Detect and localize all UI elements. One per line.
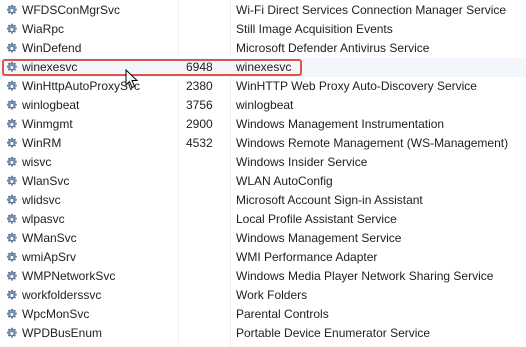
service-pid <box>186 210 230 229</box>
service-pid: 4532 <box>186 136 213 150</box>
service-name: wisvc <box>22 155 52 169</box>
service-name: workfolderssvc <box>22 288 102 302</box>
service-gear-icon <box>4 210 20 229</box>
service-gear-icon <box>4 134 20 153</box>
service-pid: 3756 <box>186 98 213 112</box>
service-gear-icon <box>4 267 20 286</box>
service-description: Windows Insider Service <box>236 155 368 169</box>
service-description: Windows Media Player Network Sharing Ser… <box>236 269 494 283</box>
service-gear-icon <box>4 58 20 77</box>
service-row[interactable]: WinHttpAutoProxySvc 2380 WinHTTP Web Proxy… <box>0 77 526 96</box>
service-pid <box>186 248 230 267</box>
service-description: WinHTTP Web Proxy Auto-Discovery Service <box>236 79 477 93</box>
service-name: WiaRpc <box>22 22 65 36</box>
service-gear-icon <box>4 39 20 58</box>
service-name: WFDSConMgrSvc <box>22 3 121 17</box>
service-description: Portable Device Enumerator Service <box>236 326 431 340</box>
service-description: Windows Management Instrumentation <box>236 117 445 131</box>
service-description: winlogbeat <box>236 98 294 112</box>
service-pid <box>186 172 230 191</box>
service-description: Microsoft Account Sign-in Assistant <box>236 193 423 207</box>
service-description: Windows Management Service <box>236 231 402 245</box>
service-description: Windows Remote Management (WS-Management… <box>236 136 509 150</box>
service-pid <box>186 39 230 58</box>
service-name: WinRM <box>22 136 62 150</box>
service-pid: 6948 <box>186 60 213 74</box>
service-gear-icon <box>4 286 20 305</box>
service-row[interactable]: wisvc Windows Insider Service <box>0 153 526 172</box>
service-row[interactable]: WMPNetworkSvc Windows Media Player Networ… <box>0 267 526 286</box>
service-gear-icon <box>4 96 20 115</box>
service-row[interactable]: WlanSvc WLAN AutoConfig <box>0 172 526 191</box>
service-name: WpcMonSvc <box>22 307 90 321</box>
service-gear-icon <box>4 20 20 39</box>
service-row[interactable]: WFDSConMgrSvc Wi-Fi Direct Services Conne… <box>0 1 526 20</box>
service-row[interactable]: winlogbeat 3756 winlogbeat <box>0 96 526 115</box>
service-description: Still Image Acquisition Events <box>236 22 393 36</box>
service-row[interactable]: WinDefend Microsoft Defender Antivirus Se… <box>0 39 526 58</box>
services-table: WFDSConMgrSvc Wi-Fi Direct Services Conne… <box>0 0 526 347</box>
service-description: Local Profile Assistant Service <box>236 212 397 226</box>
service-name: winexesvc <box>22 60 78 74</box>
service-gear-icon <box>4 324 20 343</box>
service-row[interactable]: wlidsvc Microsoft Account Sign-in Assista… <box>0 191 526 210</box>
service-pid <box>186 305 230 324</box>
service-row[interactable]: wlpasvc Local Profile Assistant Service <box>0 210 526 229</box>
service-name: Winmgmt <box>22 117 73 131</box>
service-name: WMPNetworkSvc <box>22 269 116 283</box>
service-description: Work Folders <box>236 288 308 302</box>
service-gear-icon <box>4 191 20 210</box>
service-row[interactable]: WiaRpc Still Image Acquisition Events <box>0 20 526 39</box>
service-description: Parental Controls <box>236 307 329 321</box>
service-name: wlidsvc <box>22 193 61 207</box>
service-gear-icon <box>4 305 20 324</box>
service-gear-icon <box>4 77 20 96</box>
service-row[interactable]: WManSvc Windows Management Service <box>0 229 526 248</box>
service-row[interactable]: WPDBusEnum Portable Device Enumerator Ser… <box>0 324 526 343</box>
service-pid <box>186 20 230 39</box>
service-pid: 2900 <box>186 117 213 131</box>
service-name: WlanSvc <box>22 174 70 188</box>
service-pid <box>186 267 230 286</box>
service-row[interactable]: WinRM 4532 Windows Remote Management (WS-M… <box>0 134 526 153</box>
service-description: WMI Performance Adapter <box>236 250 378 264</box>
service-gear-icon <box>4 1 20 20</box>
service-gear-icon <box>4 172 20 191</box>
service-pid <box>186 229 230 248</box>
service-name: WinDefend <box>22 41 82 55</box>
service-gear-icon <box>4 153 20 172</box>
service-row[interactable]: winexesvc 6948 winexesvc <box>0 58 526 77</box>
service-pid <box>186 153 230 172</box>
service-gear-icon <box>4 115 20 134</box>
service-description: winexesvc <box>236 60 292 74</box>
service-row[interactable]: WpcMonSvc Parental Controls <box>0 305 526 324</box>
service-pid: 2380 <box>186 79 213 93</box>
service-row[interactable]: wmiApSrv WMI Performance Adapter <box>0 248 526 267</box>
service-description: Microsoft Defender Antivirus Service <box>236 41 430 55</box>
mouse-cursor-icon <box>125 69 139 89</box>
service-row[interactable]: Winmgmt 2900 Windows Management Instrument… <box>0 115 526 134</box>
service-name: WinHttpAutoProxySvc <box>22 79 141 93</box>
service-name: wmiApSrv <box>22 250 77 264</box>
service-name: wlpasvc <box>22 212 65 226</box>
service-gear-icon <box>4 248 20 267</box>
service-pid <box>186 1 230 20</box>
service-pid <box>186 286 230 305</box>
service-gear-icon <box>4 229 20 248</box>
service-description: WLAN AutoConfig <box>236 174 333 188</box>
service-pid <box>186 324 230 343</box>
service-name: WPDBusEnum <box>22 326 103 340</box>
service-description: Wi-Fi Direct Services Connection Manager… <box>236 3 507 17</box>
service-name: WManSvc <box>22 231 77 245</box>
service-row[interactable]: workfolderssvc Work Folders <box>0 286 526 305</box>
service-name: winlogbeat <box>22 98 80 112</box>
service-pid <box>186 191 230 210</box>
